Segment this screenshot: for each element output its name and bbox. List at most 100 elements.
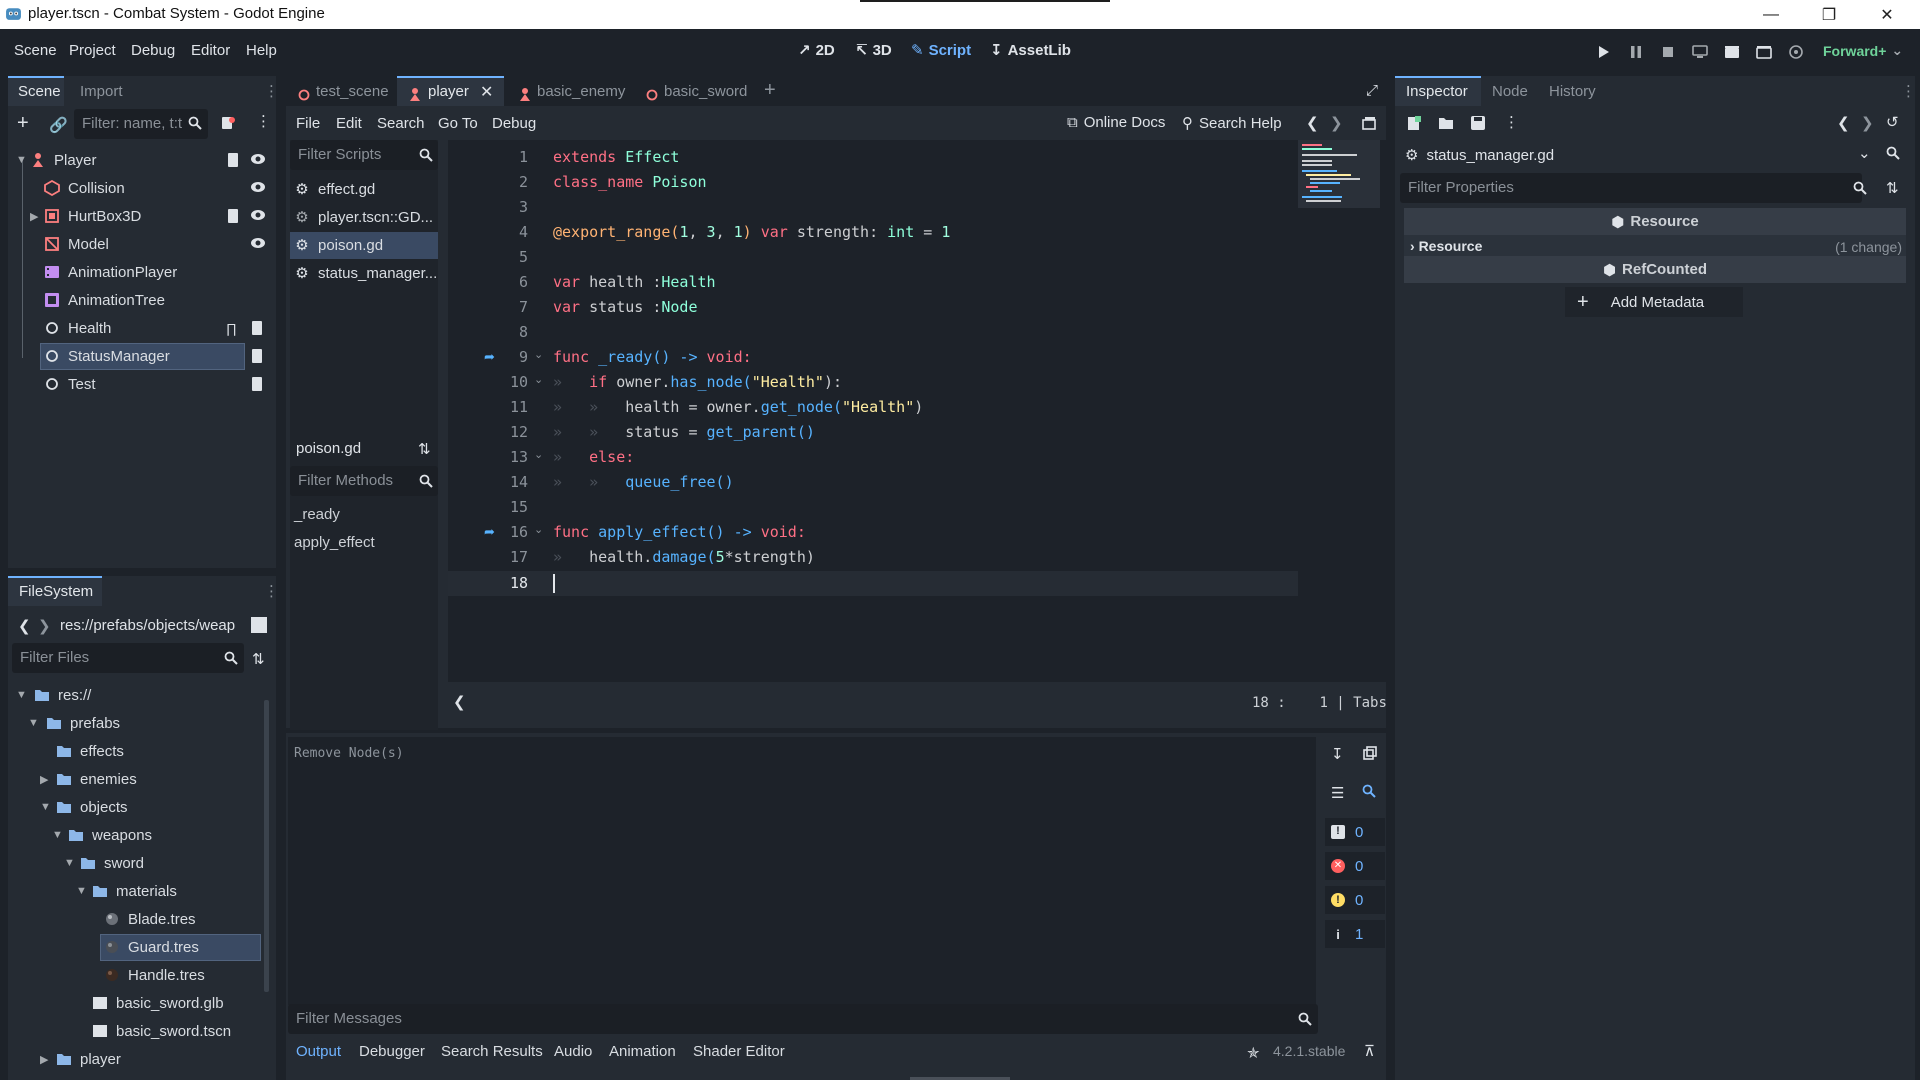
tab-scene[interactable]: Scene	[18, 83, 61, 100]
script-menu-debug[interactable]: Debug	[492, 115, 536, 132]
bottom-tab-debugger[interactable]: Debugger	[359, 1043, 425, 1060]
search-output-icon[interactable]	[1362, 784, 1376, 798]
tab-import[interactable]: Import	[80, 83, 123, 100]
editor-tab-player[interactable]: player	[428, 83, 469, 100]
script-icon[interactable]	[250, 348, 264, 364]
menu-scene[interactable]: Scene	[14, 42, 57, 59]
menu-project[interactable]: Project	[69, 42, 116, 59]
editor-tab-basic-sword[interactable]: basic_sword	[664, 83, 747, 100]
visibility-eye-icon[interactable]	[250, 153, 266, 165]
filter-properties-input[interactable]: Filter Properties	[1400, 173, 1862, 203]
method-item[interactable]: apply_effect	[294, 534, 375, 551]
visibility-eye-icon[interactable]	[250, 237, 266, 249]
fs-file-guard[interactable]: Guard.tres	[104, 933, 199, 961]
bottom-tab-audio[interactable]: Audio	[554, 1043, 592, 1060]
fs-folder-objects[interactable]: ▼ objects	[40, 793, 128, 821]
filesystem-scrollbar[interactable]	[264, 700, 269, 992]
fs-file-handle[interactable]: Handle.tres	[104, 961, 205, 989]
close-window-button[interactable]: ✕	[1858, 0, 1916, 29]
remote-debug-icon[interactable]	[1690, 42, 1710, 62]
section-resource[interactable]: ⬢ Resource	[1404, 208, 1906, 235]
sort-methods-icon[interactable]: ⇅	[418, 440, 431, 458]
save-icon[interactable]	[1470, 115, 1486, 131]
update-spinner-icon[interactable]: ✯	[1247, 1044, 1260, 1062]
back-arrow-icon[interactable]: ❮	[18, 617, 31, 635]
bottom-tab-search-results[interactable]: Search Results	[441, 1043, 543, 1060]
editor-tab-test-scene[interactable]: test_scene	[316, 83, 389, 100]
fold-chevron-icon[interactable]: ⌄	[534, 348, 543, 361]
add-metadata-button[interactable]: + Add Metadata	[1565, 287, 1743, 317]
editor-tab-basic-enemy[interactable]: basic_enemy	[537, 83, 625, 100]
minimize-button[interactable]: —	[1742, 0, 1800, 29]
filter-editor-messages-toggle[interactable]: i 1	[1325, 920, 1385, 948]
online-docs-button[interactable]: ⧉ Online Docs	[1067, 114, 1165, 131]
signal-icon[interactable]: ∏	[226, 321, 237, 336]
property-settings-icon[interactable]: ⇅	[1886, 179, 1899, 197]
filter-errors-toggle[interactable]: ✕ 0	[1325, 852, 1385, 880]
section-refcounted[interactable]: ⬢ RefCounted	[1404, 256, 1906, 283]
visibility-eye-icon[interactable]	[250, 209, 266, 221]
attach-script-icon[interactable]	[220, 115, 236, 131]
new-resource-icon[interactable]	[1406, 115, 1422, 131]
bottom-tab-animation[interactable]: Animation	[609, 1043, 676, 1060]
sort-icon[interactable]: ⇅	[252, 650, 265, 668]
fs-folder-prefabs[interactable]: ▼ prefabs	[28, 709, 120, 737]
method-filter-input[interactable]: Filter Methods	[290, 466, 438, 496]
script-menu-edit[interactable]: Edit	[336, 115, 362, 132]
method-item[interactable]: _ready	[294, 506, 340, 523]
scene-node-animationplayer[interactable]: AnimationPlayer	[44, 258, 177, 286]
workspace-3d-button[interactable]: ↸ 3D	[855, 41, 892, 60]
history-forward-icon[interactable]: ❯	[1861, 114, 1874, 132]
filter-warnings-toggle[interactable]: ! 0	[1325, 886, 1385, 914]
fs-folder-res[interactable]: ▼ res://	[16, 681, 91, 709]
play-button[interactable]	[1594, 42, 1614, 62]
script-menu-file[interactable]: File	[296, 115, 320, 132]
next-script-icon[interactable]: ❯	[1330, 114, 1343, 132]
workspace-script-button[interactable]: ✎ Script	[911, 41, 971, 60]
script-list-item[interactable]: ⚙ effect.gd	[294, 175, 375, 203]
close-tab-icon[interactable]: ✕	[480, 82, 493, 102]
fs-folder-materials[interactable]: ▼ materials	[76, 877, 177, 905]
scene-node-health[interactable]: Health	[44, 314, 111, 342]
scene-node-collision[interactable]: Collision	[44, 174, 125, 202]
filter-messages-toggle[interactable]: ! 0	[1325, 818, 1385, 846]
menu-editor[interactable]: Editor	[191, 42, 230, 59]
renderer-dropdown[interactable]: Forward+ ⌄	[1823, 42, 1903, 59]
visibility-eye-icon[interactable]	[250, 181, 266, 193]
menu-debug[interactable]: Debug	[131, 42, 175, 59]
toggle-scripts-panel-icon[interactable]: ❮	[453, 693, 466, 711]
script-list-item[interactable]: ⚙ status_manager...	[294, 259, 437, 287]
collapse-messages-icon[interactable]: ☰	[1331, 784, 1344, 802]
script-list-item[interactable]: ⚙ player.tscn::GD...	[294, 203, 433, 231]
fs-folder-weapons[interactable]: ▼ weapons	[52, 821, 152, 849]
split-view-icon[interactable]	[251, 617, 267, 633]
copy-output-icon[interactable]	[1363, 746, 1377, 760]
fold-chevron-icon[interactable]: ⌄	[534, 373, 543, 386]
code-minimap[interactable]	[1298, 140, 1380, 208]
script-icon[interactable]	[226, 208, 240, 224]
fs-folder-player[interactable]: ▶ player	[40, 1045, 121, 1073]
tab-history[interactable]: History	[1549, 83, 1596, 100]
fs-file-blade[interactable]: Blade.tres	[104, 905, 196, 933]
bottom-tab-shader-editor[interactable]: Shader Editor	[693, 1043, 785, 1060]
resource-selector[interactable]: ⚙ status_manager.gd	[1400, 140, 1790, 170]
script-menu-search[interactable]: Search	[377, 115, 425, 132]
expand-bottom-panel-icon[interactable]: ⊼	[1364, 1042, 1375, 1060]
maximize-button[interactable]: ❐	[1800, 0, 1858, 29]
fold-chevron-icon[interactable]: ⌄	[534, 523, 543, 536]
script-menu-goto[interactable]: Go To	[438, 115, 478, 132]
add-node-icon[interactable]: +	[17, 112, 29, 135]
open-docs-icon[interactable]	[1886, 146, 1900, 160]
filesystem-menu-icon[interactable]: ⋮	[264, 582, 279, 600]
tab-inspector[interactable]: Inspector	[1406, 83, 1468, 100]
filesystem-path-field[interactable]: res://prefabs/objects/weap	[52, 611, 244, 641]
scene-node-statusmanager[interactable]: StatusManager	[44, 342, 170, 370]
link-icon[interactable]: 🔗	[49, 116, 68, 134]
fs-folder-enemies[interactable]: ▶ enemies	[40, 765, 137, 793]
script-filter-input[interactable]: Filter Scripts	[290, 140, 438, 170]
fs-file-basic-sword-glb[interactable]: basic_sword.glb	[92, 989, 224, 1017]
filter-messages-input[interactable]: Filter Messages	[288, 1004, 1318, 1034]
scene-node-model[interactable]: Model	[44, 230, 109, 258]
history-back-icon[interactable]: ❮	[1837, 114, 1850, 132]
script-list-item-active[interactable]: ⚙ poison.gd	[294, 231, 383, 259]
